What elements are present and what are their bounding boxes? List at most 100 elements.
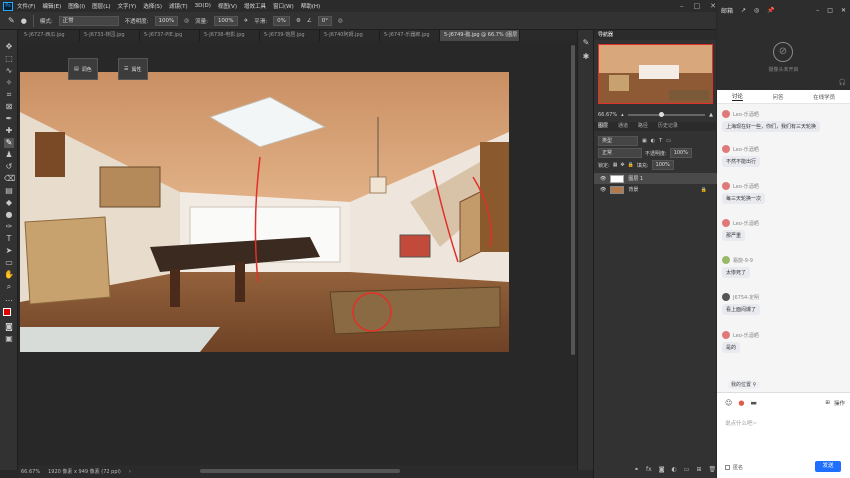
close-icon[interactable]: ✕ [841, 7, 846, 14]
hand-tool-icon[interactable]: ✋ [4, 270, 14, 280]
gradient-icon[interactable]: ▤ [4, 186, 14, 196]
tab-qa[interactable]: 问答 [772, 93, 783, 101]
screen-mode-icon[interactable]: ▣ [4, 334, 14, 344]
crop-tool-icon[interactable]: ⌗ [4, 90, 14, 100]
zoom-out-icon[interactable]: ▴ [621, 112, 624, 118]
blend-mode-select[interactable]: 正常 [598, 148, 642, 158]
menu-select[interactable]: 选择(S) [143, 2, 162, 10]
eyedropper-icon[interactable]: ✒ [4, 114, 14, 124]
document-image[interactable] [20, 72, 509, 352]
add-mask-icon[interactable]: ◙ [659, 466, 665, 473]
stamp-tool-icon[interactable]: ♟ [4, 150, 14, 160]
layer-opacity-input[interactable]: 100% [669, 148, 692, 158]
close-icon[interactable]: ✕ [710, 2, 716, 10]
smooth-input[interactable]: 0% [273, 15, 290, 26]
emoji-icon[interactable]: ☺ [725, 399, 732, 407]
healing-brush-icon[interactable]: ✚ [4, 126, 14, 136]
menu-image[interactable]: 图像(I) [68, 2, 85, 10]
type-tool-icon[interactable]: T [4, 234, 14, 244]
path-select-icon[interactable]: ➤ [4, 246, 14, 256]
my-location-button[interactable]: 我的位置 ⚲ [727, 380, 761, 389]
status-arrow-icon[interactable]: › [129, 469, 131, 475]
visibility-eye-icon[interactable]: 👁 [600, 187, 606, 193]
move-tool-icon[interactable]: ✥ [4, 42, 14, 52]
frame-tool-icon[interactable]: ⊠ [4, 102, 14, 112]
fx-icon[interactable]: fx [646, 466, 652, 473]
maximize-icon[interactable]: □ [694, 2, 701, 10]
floating-panel-properties[interactable]: ☰ 属性 [118, 58, 148, 80]
tab-channels[interactable]: 通道 [614, 122, 632, 131]
tab-discussion[interactable]: 讨论 [731, 92, 743, 101]
anonymous-checkbox[interactable] [725, 465, 730, 470]
share-icon[interactable]: ↗ [741, 7, 746, 14]
layer-row[interactable]: 👁 图层 1 [594, 173, 717, 184]
adjustment-layer-icon[interactable]: ◐ [672, 466, 677, 473]
zoom-in-icon[interactable]: ▲ [709, 112, 713, 118]
new-layer-icon[interactable]: ⊞ [696, 466, 701, 473]
pen-tool-icon[interactable]: ✑ [4, 222, 14, 232]
doc-tab[interactable]: 5-J6738-电影.jpg [200, 30, 260, 41]
new-group-icon[interactable]: ▭ [684, 466, 690, 473]
mode-select[interactable]: 正常 [58, 15, 119, 26]
doc-tab[interactable]: 5-J6747-乐器廊.jpg [380, 30, 440, 41]
menu-3d[interactable]: 3D(D) [195, 3, 211, 9]
airbrush-icon[interactable]: ✈ [244, 18, 249, 24]
quick-mask-icon[interactable]: ◙ [4, 322, 14, 332]
menu-window[interactable]: 窗口(W) [273, 2, 294, 10]
zoom-tool-icon[interactable]: ⌕ [4, 282, 14, 292]
horizontal-scrollbar[interactable] [200, 469, 400, 473]
history-brush-icon[interactable]: ↺ [4, 162, 14, 172]
tab-history[interactable]: 历史记录 [654, 122, 682, 131]
filter-type-icon[interactable]: T [659, 138, 662, 144]
more-tools-icon[interactable]: … [4, 294, 14, 304]
menu-help[interactable]: 帮助(H) [301, 2, 320, 10]
layer-row[interactable]: 👁 背景 🔒 [594, 184, 717, 195]
pressure-size-icon[interactable]: ◎ [338, 18, 343, 24]
grid-icon[interactable]: ⊞ [825, 400, 830, 406]
restore-icon[interactable]: □ [827, 7, 833, 14]
menu-view[interactable]: 视图(V) [218, 2, 237, 10]
marquee-tool-icon[interactable]: ⬚ [4, 54, 14, 64]
chat-input[interactable]: 说点什么吧~ [725, 419, 757, 427]
quick-select-icon[interactable]: ✧ [4, 78, 14, 88]
doc-tab[interactable]: 5-J6727-西瓜.jpg [20, 30, 80, 41]
delete-layer-icon[interactable]: 🗑 [708, 466, 716, 473]
minimize-icon[interactable]: – [680, 2, 684, 10]
lock-all-icon[interactable]: 🔒 [628, 162, 634, 168]
navigator-zoom[interactable]: 66.67% [598, 112, 617, 118]
visibility-eye-icon[interactable]: 👁 [600, 176, 606, 182]
menu-type[interactable]: 文字(Y) [118, 2, 137, 10]
filter-pixel-icon[interactable]: ▣ [642, 138, 647, 144]
opacity-input[interactable]: 100% [154, 15, 179, 26]
doc-tab[interactable]: 5-J6737-PIE.jpg [140, 30, 200, 41]
action-label[interactable]: 操作 [834, 399, 845, 407]
eraser-icon[interactable]: ⌫ [4, 174, 15, 184]
zoom-slider[interactable] [627, 111, 706, 117]
send-button[interactable]: 发送 [815, 461, 841, 472]
foreground-color-swatch[interactable] [3, 308, 11, 316]
zoom-slider-thumb[interactable] [658, 111, 664, 117]
tab-layers[interactable]: 图层 [594, 122, 612, 131]
menu-file[interactable]: 文件(F) [17, 2, 35, 10]
settings-gear-icon[interactable]: ⚙ [296, 18, 301, 24]
doc-tab[interactable]: 5-J6740阿姆.jpg [320, 30, 380, 41]
menu-layer[interactable]: 图层(L) [92, 2, 110, 10]
headset-icon[interactable]: 🎧 [839, 79, 846, 86]
tab-online-students[interactable]: 在线学员 [813, 93, 835, 101]
doc-tab[interactable]: 5-J6739-馆居.jpg [260, 30, 320, 41]
menu-plugins[interactable]: 增效工具 [244, 2, 266, 10]
brush-size-icon[interactable]: ● [21, 17, 27, 25]
pressure-opacity-icon[interactable]: ◎ [184, 18, 189, 24]
minimize-icon[interactable]: – [816, 7, 819, 14]
tab-paths[interactable]: 路径 [634, 122, 652, 131]
doc-tab-active[interactable]: 5-J6749-懿.jpg @ 66.7% (图层 1, RGB/8#) * [440, 30, 520, 41]
navigator-preview[interactable] [598, 44, 713, 104]
lock-pixels-icon[interactable]: ▦ [613, 162, 618, 168]
link-layers-icon[interactable]: ⚭ [634, 466, 639, 473]
doc-tab[interactable]: 5-J6733-林园.jpg [80, 30, 140, 41]
lasso-tool-icon[interactable]: ∿ [4, 66, 14, 76]
vertical-scrollbar[interactable] [571, 45, 575, 355]
brush-settings-icon[interactable]: ✎ [581, 38, 591, 48]
folder-icon[interactable]: ▬ [750, 399, 757, 407]
layer-kind-select[interactable]: 类型 [598, 136, 638, 146]
